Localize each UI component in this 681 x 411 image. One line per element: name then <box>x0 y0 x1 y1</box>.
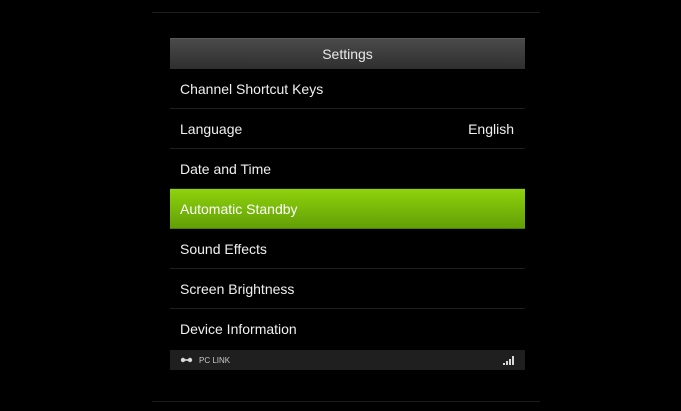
settings-panel: Settings Channel Shortcut Keys Language … <box>170 38 525 382</box>
menu-item-label: Sound Effects <box>180 240 267 257</box>
menu-item-automatic-standby[interactable]: Automatic Standby <box>170 189 525 229</box>
menu-item-label: Automatic Standby <box>180 200 298 217</box>
connection-status: PC LINK <box>180 356 230 365</box>
settings-header: Settings <box>170 38 525 69</box>
connection-label: PC LINK <box>199 355 231 365</box>
settings-menu: Channel Shortcut Keys Language English D… <box>170 69 525 349</box>
top-divider <box>152 12 540 13</box>
bottom-divider <box>152 401 540 402</box>
menu-item-label: Language <box>180 120 243 137</box>
settings-title: Settings <box>322 46 373 62</box>
language-value: English <box>468 120 514 137</box>
menu-item-channel-shortcut-keys[interactable]: Channel Shortcut Keys <box>170 69 525 109</box>
menu-item-label: Channel Shortcut Keys <box>180 80 324 97</box>
menu-item-label: Device Information <box>180 321 297 337</box>
menu-item-label: Screen Brightness <box>180 280 295 297</box>
signal-strength-icon <box>503 355 514 365</box>
menu-item-date-and-time[interactable]: Date and Time <box>170 149 525 189</box>
menu-item-screen-brightness[interactable]: Screen Brightness <box>170 269 525 309</box>
menu-item-device-information[interactable]: Device Information <box>170 309 525 349</box>
menu-item-language[interactable]: Language English <box>170 109 525 149</box>
menu-item-label: Date and Time <box>180 160 272 177</box>
status-bar: PC LINK <box>170 350 525 370</box>
menu-item-sound-effects[interactable]: Sound Effects <box>170 229 525 269</box>
link-icon <box>180 356 193 364</box>
